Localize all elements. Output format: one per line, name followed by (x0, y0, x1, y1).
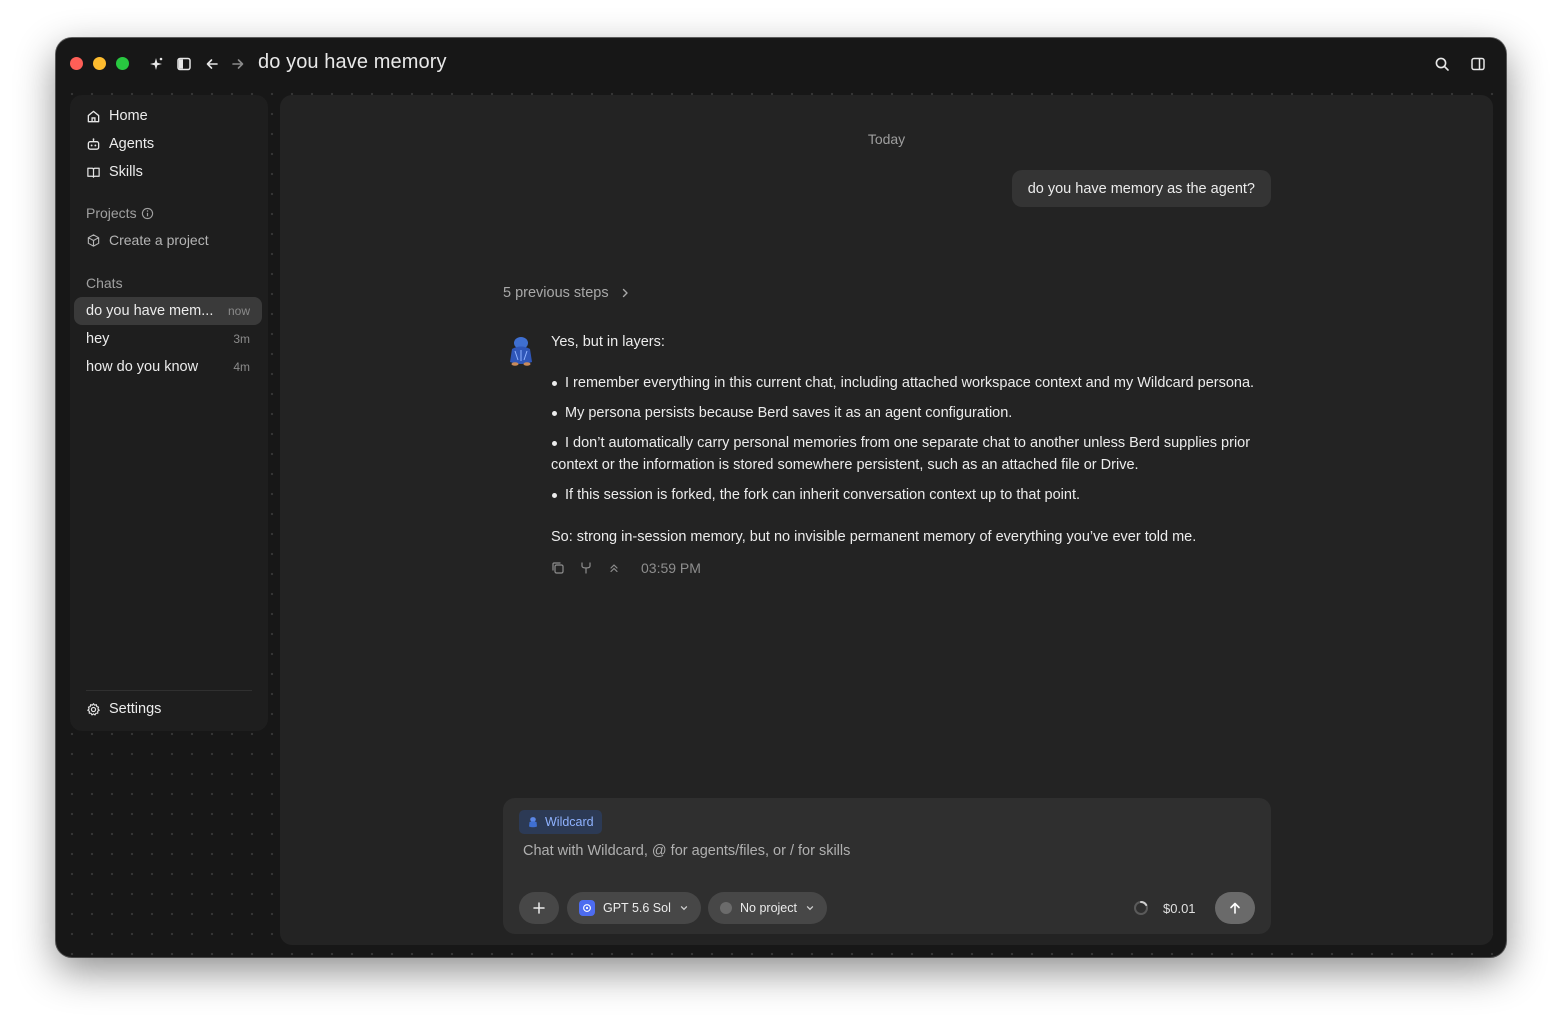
settings-label: Settings (109, 701, 162, 717)
project-selector[interactable]: No project (708, 892, 827, 924)
sidebar-item-label: Home (109, 108, 148, 124)
list-item: My persona persists because Berd saves i… (551, 402, 1281, 424)
assistant-bullet-list: I remember everything in this current ch… (551, 372, 1281, 506)
sidebar: Home Agents Skills Projects Create a pro… (70, 95, 268, 731)
sidebar-item-label: Skills (109, 164, 143, 180)
plus-icon (533, 902, 545, 914)
cost-label: $0.01 (1163, 901, 1196, 916)
book-icon (87, 167, 100, 178)
robot-icon (87, 137, 100, 150)
chat-title: hey (86, 331, 110, 347)
list-item: I don’t automatically carry personal mem… (551, 432, 1281, 476)
sidebar-item-agents[interactable]: Agents (86, 133, 154, 155)
assistant-summary: So: strong in-session memory, but no inv… (551, 529, 1197, 545)
chevron-down-icon (680, 906, 688, 911)
agent-chip[interactable]: Wildcard (519, 810, 602, 834)
chat-item-active[interactable]: do you have mem... now (74, 297, 262, 325)
sidebar-toggle-icon[interactable] (174, 54, 194, 74)
app-window: do you have memory Home Agents Skills Pr… (56, 38, 1506, 957)
arrow-up-icon (1230, 902, 1240, 914)
forward-arrow-icon[interactable] (228, 54, 248, 74)
project-dot-icon (720, 902, 732, 914)
agent-chip-label: Wildcard (545, 815, 594, 829)
info-icon[interactable] (141, 207, 154, 220)
create-project-label: Create a project (109, 232, 209, 248)
back-arrow-icon[interactable] (202, 54, 222, 74)
copy-icon[interactable] (551, 561, 565, 575)
title-bar: do you have memory (56, 38, 1506, 90)
chats-section-label: Chats (86, 275, 123, 291)
chat-input[interactable] (523, 843, 1223, 859)
chat-time: 4m (233, 360, 250, 374)
message-timestamp: 03:59 PM (641, 560, 701, 576)
add-attachment-button[interactable] (519, 892, 559, 924)
chat-title: do you have mem... (86, 303, 214, 319)
user-message: do you have memory as the agent? (1011, 170, 1271, 207)
sidebar-divider (86, 690, 252, 691)
model-logo-icon (579, 900, 595, 916)
assistant-intro: Yes, but in layers: (551, 334, 665, 350)
chats-label: Chats (86, 275, 123, 291)
usage-ring-icon (1134, 900, 1148, 915)
panel-right-icon[interactable] (1468, 54, 1488, 74)
fork-icon[interactable] (579, 561, 593, 575)
settings-button[interactable]: Settings (86, 701, 161, 717)
message-actions: 03:59 PM (551, 560, 701, 576)
chevron-down-icon (806, 906, 814, 911)
projects-section-label: Projects (86, 205, 154, 221)
chat-time: now (227, 304, 250, 318)
assistant-message: Yes, but in layers: I remember everythin… (551, 331, 1281, 548)
previous-steps-label: 5 previous steps (503, 285, 609, 301)
chevron-right-icon (622, 288, 628, 298)
sidebar-item-skills[interactable]: Skills (86, 161, 143, 183)
chat-panel: Today do you have memory as the agent? 5… (280, 95, 1493, 945)
send-button[interactable] (1215, 892, 1255, 924)
gear-icon (87, 702, 100, 715)
window-title: do you have memory (258, 51, 447, 73)
chat-item[interactable]: hey 3m (74, 325, 262, 353)
collapse-up-icon[interactable] (607, 561, 621, 575)
close-window-button[interactable] (70, 57, 83, 70)
user-message-text: do you have memory as the agent? (1027, 180, 1255, 197)
projects-label: Projects (86, 205, 137, 221)
sidebar-item-home[interactable]: Home (86, 105, 148, 127)
sidebar-item-label: Agents (109, 136, 155, 152)
previous-steps-toggle[interactable]: 5 previous steps (503, 285, 631, 301)
model-selector[interactable]: GPT 5.6 Sol (567, 892, 701, 924)
model-selector-label: GPT 5.6 Sol (603, 901, 671, 915)
agent-avatar (510, 337, 532, 366)
home-icon (87, 110, 100, 122)
cube-icon (87, 233, 100, 247)
minimize-window-button[interactable] (93, 57, 106, 70)
sparkle-icon[interactable] (146, 54, 166, 74)
list-item: If this session is forked, the fork can … (551, 484, 1281, 506)
search-icon[interactable] (1432, 54, 1452, 74)
create-project-button[interactable]: Create a project (86, 232, 209, 248)
wildcard-agent-icon (529, 817, 537, 828)
chat-time: 3m (233, 332, 250, 346)
maximize-window-button[interactable] (116, 57, 129, 70)
composer: Wildcard GPT 5.6 Sol No project $0.01 (503, 798, 1271, 934)
project-selector-label: No project (740, 901, 797, 915)
chat-item[interactable]: how do you know 4m (74, 353, 262, 381)
date-separator: Today (867, 131, 906, 147)
chat-title: how do you know (86, 359, 199, 375)
list-item: I remember everything in this current ch… (551, 372, 1281, 394)
